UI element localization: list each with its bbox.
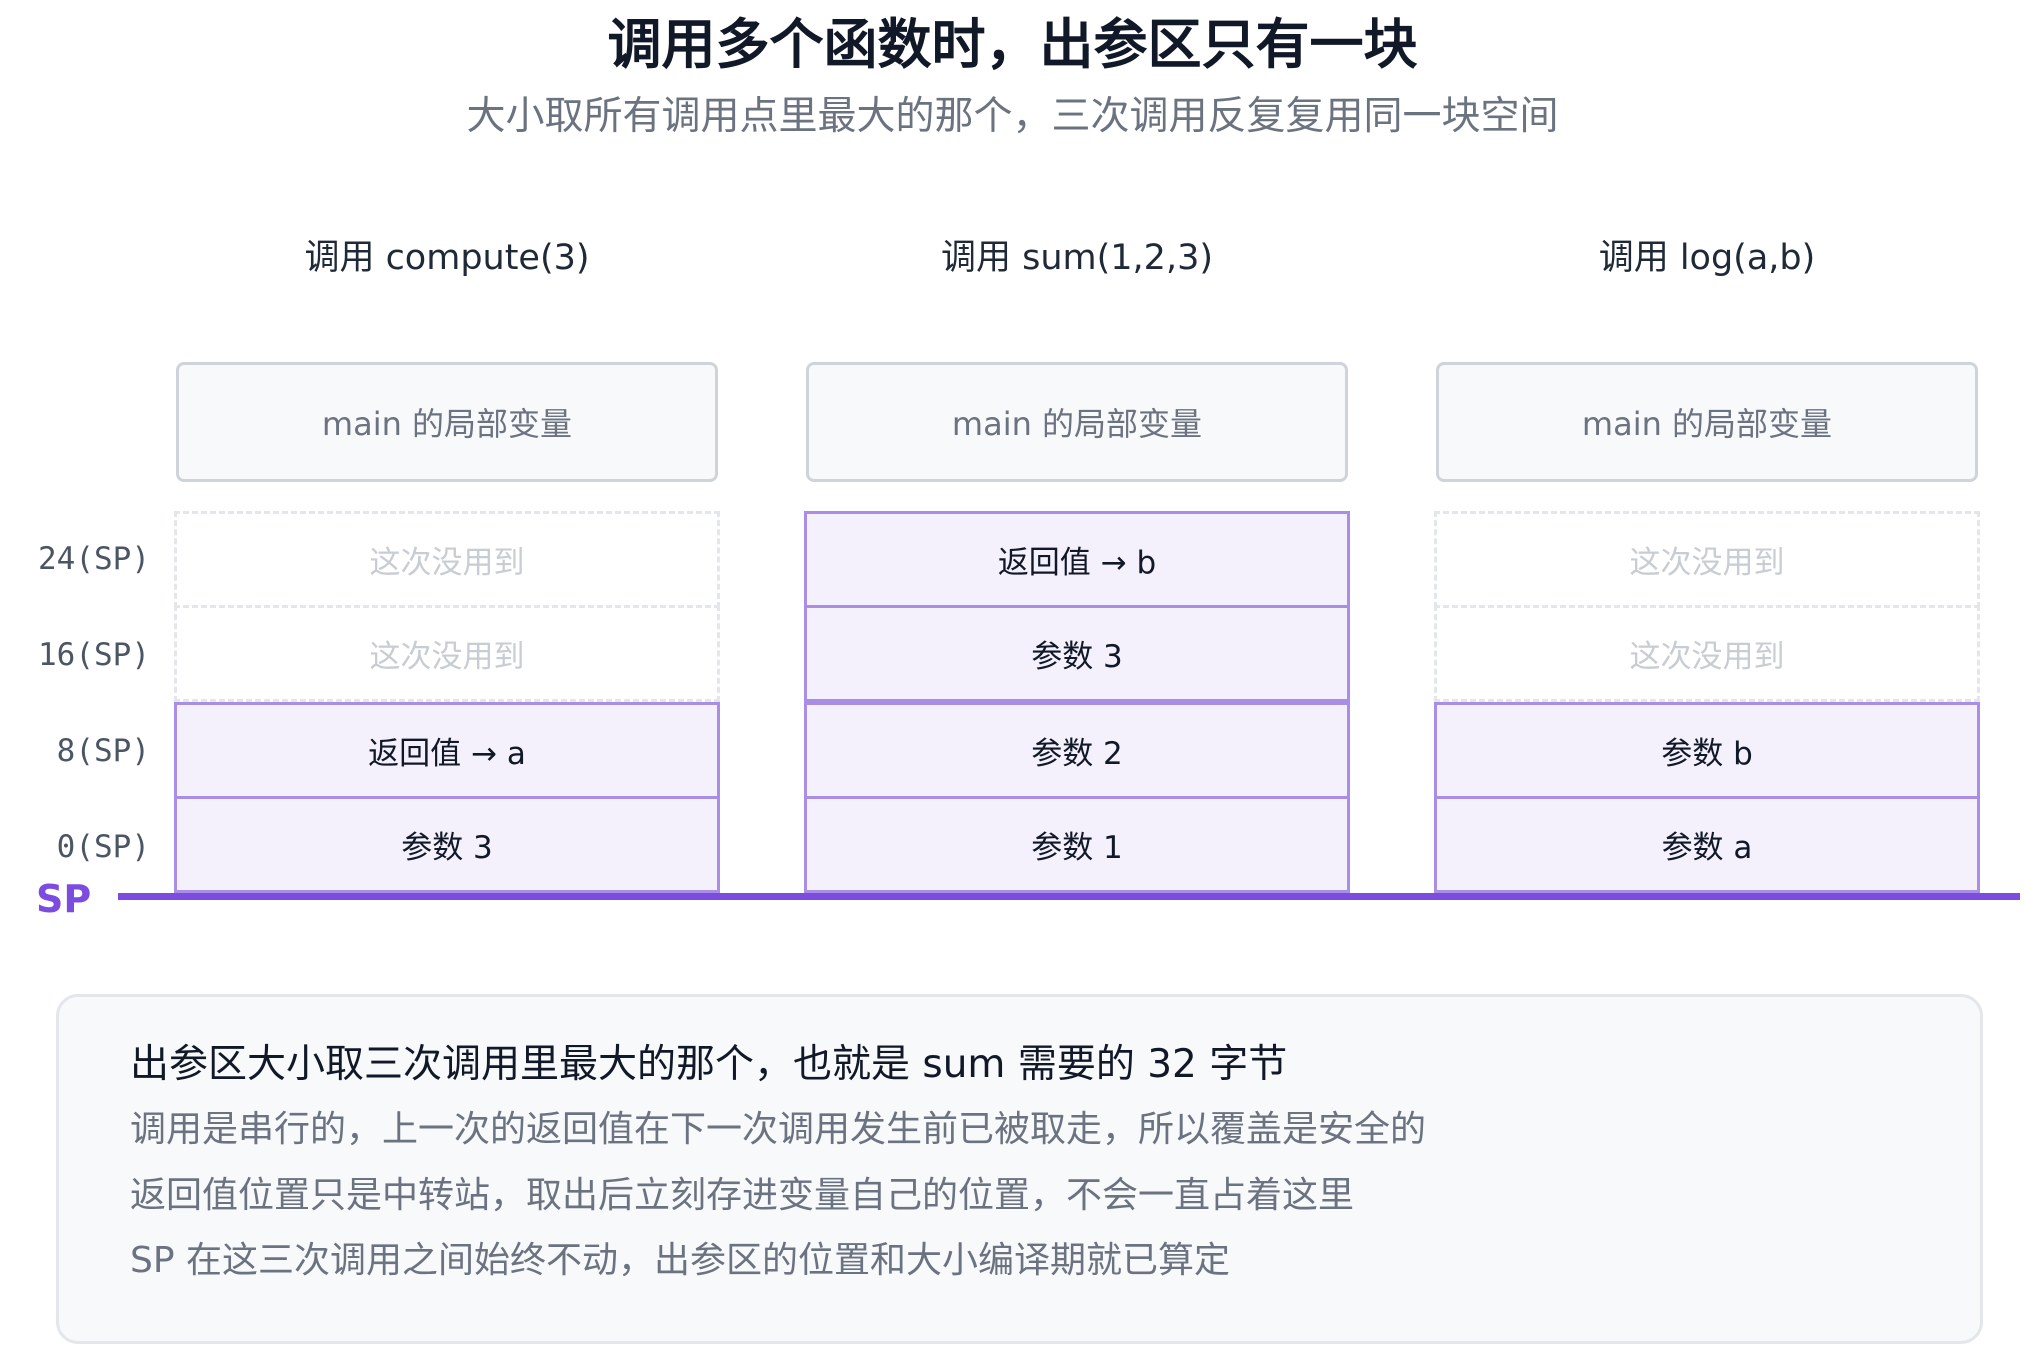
- main-locals-box-log: main 的局部变量: [1436, 362, 1978, 482]
- note-line-1: 调用是串行的，上一次的返回值在下一次调用发生前已被取走，所以覆盖是安全的: [130, 1109, 1427, 1150]
- slot-sum-0: 参数 1: [804, 796, 1350, 893]
- column-label-compute: 调用 compute(3): [304, 238, 590, 278]
- main-locals-box-compute: main 的局部变量: [176, 362, 718, 482]
- column-label-sum: 调用 sum(1,2,3): [940, 238, 1213, 278]
- column-label-log: 调用 log(a,b): [1598, 238, 1816, 278]
- slot-log-16: 这次没用到: [1434, 605, 1980, 702]
- note-line-3: SP 在这三次调用之间始终不动，出参区的位置和大小编译期就已算定: [130, 1240, 1231, 1281]
- note-heading: 出参区大小取三次调用里最大的那个，也就是 sum 需要的 32 字节: [130, 1042, 1288, 1087]
- offset-label-16: 16(SP): [38, 637, 150, 673]
- offset-label-24: 24(SP): [38, 541, 150, 577]
- slot-sum-8: 参数 2: [804, 702, 1350, 799]
- page-subtitle: 大小取所有调用点里最大的那个，三次调用反复复用同一块空间: [466, 94, 1559, 139]
- slot-compute-24: 这次没用到: [174, 511, 720, 608]
- main-locals-box-sum: main 的局部变量: [806, 362, 1348, 482]
- slot-sum-16: 参数 3: [804, 605, 1350, 702]
- offset-label-8: 8(SP): [56, 733, 150, 769]
- slot-sum-24: 返回值 → b: [804, 511, 1350, 608]
- slot-log-24: 这次没用到: [1434, 511, 1980, 608]
- offset-label-0: 0(SP): [56, 829, 150, 865]
- slot-compute-0: 参数 3: [174, 796, 720, 893]
- sp-label: SP: [36, 877, 92, 921]
- slot-compute-8: 返回值 → a: [174, 702, 720, 799]
- sp-baseline: [118, 893, 2020, 900]
- slot-compute-16: 这次没用到: [174, 605, 720, 702]
- slot-log-0: 参数 a: [1434, 796, 1980, 893]
- slot-log-8: 参数 b: [1434, 702, 1980, 799]
- page-title: 调用多个函数时，出参区只有一块: [607, 13, 1418, 76]
- note-line-2: 返回值位置只是中转站，取出后立刻存进变量自己的位置，不会一直占着这里: [130, 1175, 1355, 1216]
